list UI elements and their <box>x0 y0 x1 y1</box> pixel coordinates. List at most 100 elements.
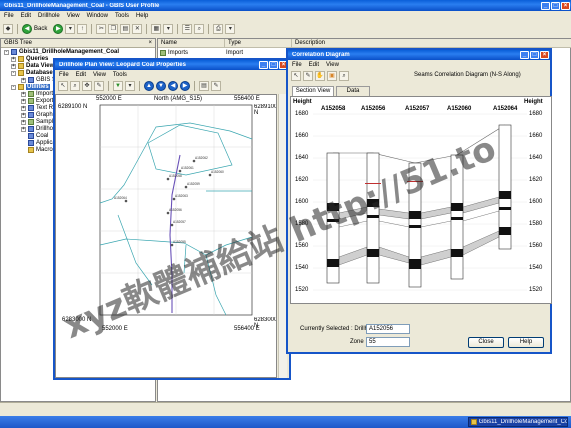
tree-item-databases[interactable]: - Databases <box>11 70 56 76</box>
arrow-up-icon[interactable]: ▲ <box>144 80 154 91</box>
menu-file[interactable]: File <box>59 72 69 78</box>
back-arrow-icon[interactable]: ◀ <box>22 24 32 34</box>
column-header-type[interactable]: Type <box>225 39 292 48</box>
menu-edit[interactable]: Edit <box>21 13 31 19</box>
expand-icon[interactable]: + <box>11 56 16 62</box>
column-header-name[interactable]: Name <box>158 39 225 48</box>
edit-icon[interactable]: ✎ <box>303 70 313 81</box>
hole-label: A152057 <box>173 220 186 224</box>
tree-item-utilities[interactable]: - Utilities <box>11 84 50 90</box>
arrow-left-icon[interactable]: ◀ <box>168 80 178 91</box>
tree-root[interactable]: - Gbis11_DrillholeManagement_Coal <box>4 49 119 55</box>
collapse-icon[interactable]: - <box>11 84 16 90</box>
tree-item-exports[interactable]: + Exports <box>21 98 56 104</box>
expand-icon[interactable]: + <box>21 77 26 83</box>
menu-edit[interactable]: Edit <box>309 62 319 68</box>
cut-icon[interactable]: ✂ <box>96 24 107 34</box>
nav-dropdown-icon[interactable]: ▾ <box>65 24 76 34</box>
print-dropdown-icon[interactable]: ▾ <box>225 24 236 34</box>
forward-arrow-icon[interactable]: ▶ <box>53 24 64 34</box>
delete-icon[interactable]: ✕ <box>132 24 143 34</box>
collapse-icon[interactable]: - <box>11 70 16 76</box>
image-icon[interactable]: ▣ <box>327 70 337 81</box>
minimize-button[interactable]: _ <box>541 1 550 10</box>
menu-file[interactable]: File <box>292 62 302 68</box>
main-title-bar: Gbis11_DrillholeManagement_Coal - GBIS U… <box>0 0 571 11</box>
paste-icon[interactable]: ▤ <box>120 24 131 34</box>
maximize-button[interactable]: □ <box>530 51 539 59</box>
expand-icon[interactable]: + <box>11 63 16 69</box>
tree-item-data-views[interactable]: + Data Views <box>11 63 58 69</box>
minimize-button[interactable]: _ <box>259 61 268 69</box>
tree-item-coal[interactable]: Coal <box>28 133 48 139</box>
expand-icon[interactable]: + <box>21 112 26 118</box>
menu-view[interactable]: View <box>67 13 80 19</box>
folder-icon <box>18 63 24 69</box>
layers-icon[interactable]: ▤ <box>199 80 209 91</box>
menu-file[interactable]: File <box>4 13 14 19</box>
correlation-title-bar[interactable]: Correlation Diagram _ □ × <box>288 50 550 60</box>
maximize-button[interactable]: □ <box>269 61 278 69</box>
minimize-button[interactable]: _ <box>520 51 529 59</box>
copy-icon[interactable]: ❐ <box>108 24 119 34</box>
menu-edit[interactable]: Edit <box>76 72 86 78</box>
tree-panel-close-icon[interactable]: × <box>148 39 152 48</box>
properties-icon[interactable]: ☰ <box>182 24 193 34</box>
hole-label: A152063 <box>175 194 188 198</box>
back-button-label[interactable]: Back <box>34 26 47 32</box>
arrow-down-icon[interactable]: ▼ <box>156 80 166 91</box>
menu-help[interactable]: Help <box>136 13 148 19</box>
help-button[interactable]: Help <box>508 337 544 348</box>
expand-icon[interactable]: + <box>21 98 26 104</box>
tree-item-imports[interactable]: + Imports <box>21 91 56 97</box>
plan-view-title-bar[interactable]: Drillhole Plan View: Leopard Coal Proper… <box>55 60 289 70</box>
taskbar-item[interactable]: Gbis11_DrillholeManagement_Coal <box>468 417 568 427</box>
close-button[interactable]: × <box>540 51 549 59</box>
menu-tools[interactable]: Tools <box>115 13 129 19</box>
menu-view[interactable]: View <box>93 72 106 78</box>
find-icon[interactable]: ⌕ <box>194 24 205 34</box>
maximize-button[interactable]: □ <box>551 1 560 10</box>
menu-window[interactable]: Window <box>87 13 108 19</box>
filter-dropdown-icon[interactable]: ▾ <box>125 80 135 91</box>
menu-drillhole[interactable]: Drillhole <box>38 13 60 19</box>
selected-drillhole-field[interactable]: A152056 <box>366 324 410 334</box>
app-icon[interactable]: ◆ <box>3 24 13 34</box>
plan-map: A152062 A152061 A152060 A152058 A152059 … <box>99 104 253 316</box>
exports-icon <box>28 98 34 104</box>
column-header-description[interactable]: Description <box>292 39 571 48</box>
expand-icon[interactable]: + <box>21 105 26 111</box>
menu-view[interactable]: View <box>326 62 339 68</box>
hand-icon[interactable]: ✋ <box>315 70 325 81</box>
tab-section-view[interactable]: Section View <box>292 86 334 96</box>
menu-tools[interactable]: Tools <box>113 72 127 78</box>
sample-tracker-icon <box>28 119 34 125</box>
pointer-icon[interactable]: ↖ <box>58 80 68 91</box>
expand-icon[interactable]: + <box>21 91 26 97</box>
select-icon[interactable]: ✎ <box>94 80 104 91</box>
tab-data[interactable]: Data <box>336 86 370 96</box>
plan-view-canvas[interactable]: 552000 E North (AMG_S15) 556400 E 628910… <box>55 94 277 378</box>
print-icon[interactable]: ⎙ <box>213 24 224 34</box>
drillhole-icon <box>28 126 34 132</box>
zoom-icon[interactable]: ⌕ <box>70 80 80 91</box>
zone-field[interactable]: 55 <box>366 337 410 347</box>
filter-icon[interactable]: ▼ <box>113 80 123 91</box>
tree-item-queries[interactable]: + Queries <box>11 56 48 62</box>
tree-item-macros[interactable]: Macros <box>28 147 56 153</box>
pan-icon[interactable]: ✥ <box>82 80 92 91</box>
collapse-icon[interactable]: - <box>4 49 9 55</box>
views-icon[interactable]: ▦ <box>151 24 162 34</box>
section-canvas[interactable]: Height Height A152058 A152056 A152057 A1… <box>290 96 552 304</box>
close-dialog-button[interactable]: Close <box>468 337 504 348</box>
close-button[interactable]: × <box>561 1 570 10</box>
pointer-icon[interactable]: ↖ <box>291 70 301 81</box>
expand-icon[interactable]: + <box>21 119 26 125</box>
views-dropdown-icon[interactable]: ▾ <box>163 24 174 34</box>
expand-icon[interactable]: + <box>21 126 26 132</box>
up-folder-icon[interactable]: ↑ <box>77 24 88 34</box>
hole-label: A152058 <box>169 174 182 178</box>
arrow-right-icon[interactable]: ▶ <box>180 80 190 91</box>
paint-icon[interactable]: ✎ <box>211 80 221 91</box>
zoom-icon[interactable]: ⌕ <box>339 70 349 81</box>
